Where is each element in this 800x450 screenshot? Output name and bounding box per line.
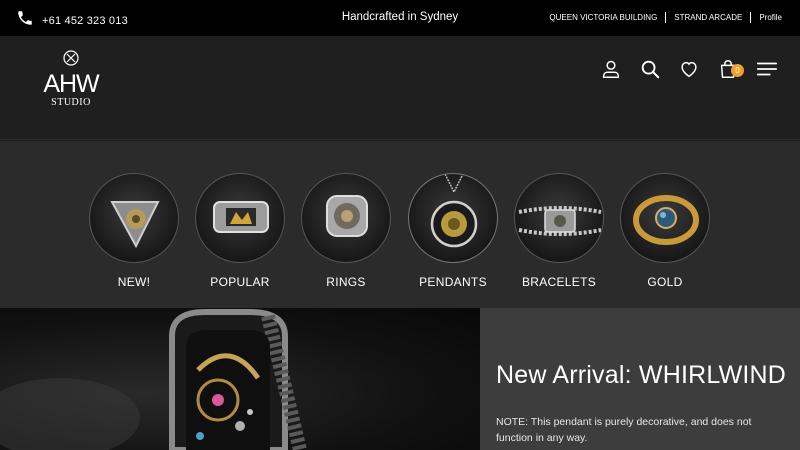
category-image-rings[interactable]: [301, 173, 391, 263]
category-strip: NEW! POPULAR RINGS PENDANTS BRACELETS GO…: [0, 141, 800, 308]
logo[interactable]: AHW STUDIO: [38, 50, 104, 110]
category-label-pendants[interactable]: PENDANTS: [407, 275, 499, 289]
hero-title[interactable]: New Arrival: WHIRLWIND: [496, 361, 786, 390]
search-icon[interactable]: [639, 58, 661, 80]
hamburger-menu-icon[interactable]: [756, 58, 778, 80]
cart-count-badge: 0: [731, 64, 744, 77]
top-bar: +61 452 323 013 Handcrafted in Sydney QU…: [0, 0, 800, 36]
category-image-pendants[interactable]: [408, 173, 498, 263]
category-popular[interactable]: POPULAR: [194, 173, 286, 289]
category-label-rings[interactable]: RINGS: [300, 275, 392, 289]
logo-mark-icon: [63, 50, 79, 66]
top-links: QUEEN VICTORIA BUILDING STRAND ARCADE Pr…: [549, 12, 782, 23]
category-new[interactable]: NEW!: [88, 173, 180, 289]
hero-product-image[interactable]: [0, 308, 480, 450]
link-profile[interactable]: Profile: [759, 13, 782, 22]
category-rings[interactable]: RINGS: [300, 173, 392, 289]
category-image-gold[interactable]: [620, 173, 710, 263]
category-label-gold[interactable]: GOLD: [619, 275, 711, 289]
divider: [665, 12, 667, 23]
category-label-popular[interactable]: POPULAR: [194, 275, 286, 289]
heart-icon[interactable]: [678, 58, 700, 80]
link-queen-victoria-building[interactable]: QUEEN VICTORIA BUILDING: [549, 13, 657, 22]
logo-text: AHW: [43, 70, 99, 98]
bag-icon[interactable]: 0: [717, 58, 744, 80]
user-icon[interactable]: [600, 58, 622, 80]
category-label-bracelets[interactable]: BRACELETS: [513, 275, 605, 289]
category-gold[interactable]: GOLD: [619, 173, 711, 289]
category-image-new[interactable]: [89, 173, 179, 263]
hero-note: NOTE: This pendant is purely decorative,…: [496, 416, 752, 444]
category-pendants[interactable]: PENDANTS: [407, 173, 499, 289]
site-header: AHW STUDIO 0: [0, 36, 800, 140]
divider: [750, 12, 752, 23]
category-image-popular[interactable]: [195, 173, 285, 263]
logo-subtext: STUDIO: [51, 97, 91, 108]
category-bracelets[interactable]: BRACELETS: [513, 173, 605, 289]
hero-info-panel: New Arrival: WHIRLWIND NOTE: This pendan…: [480, 308, 800, 450]
header-icons: 0: [583, 58, 778, 80]
category-label-new[interactable]: NEW!: [88, 275, 180, 289]
category-image-bracelets[interactable]: [514, 173, 604, 263]
link-strand-arcade[interactable]: STRAND ARCADE: [674, 13, 742, 22]
